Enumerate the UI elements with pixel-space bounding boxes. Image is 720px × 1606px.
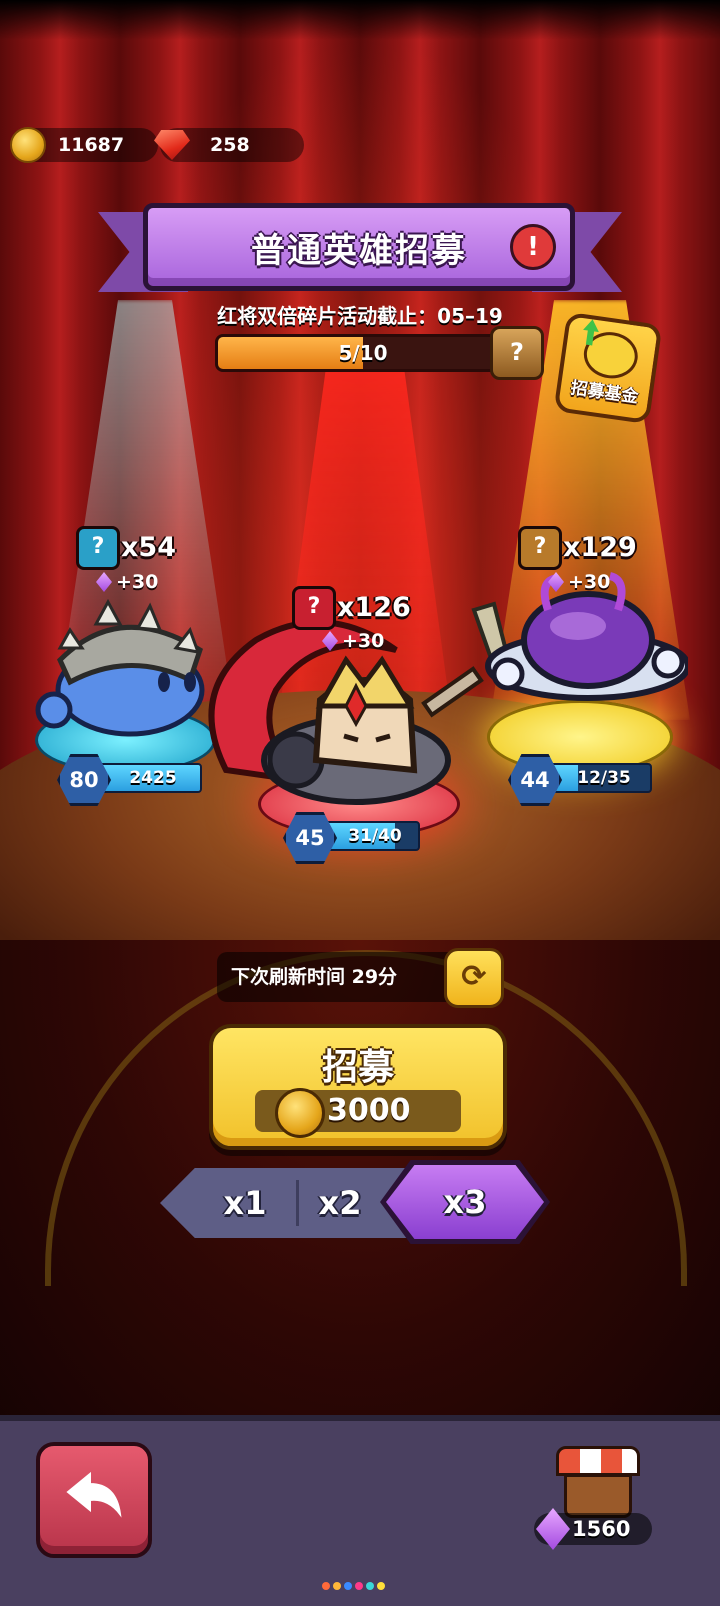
coin-counter[interactable]: 11687 (10, 127, 158, 163)
purple-diamond-icon (322, 631, 338, 651)
info-alert-icon[interactable]: ! (510, 224, 556, 270)
hero-bonus-value: +30 (568, 571, 611, 593)
multiplier-x3-label: x3 (443, 1183, 487, 1221)
hero-count: x129 (563, 532, 637, 563)
purple-diamond-icon (96, 572, 112, 592)
shop-gem-amount: 1560 (572, 1517, 631, 1541)
mystery-chest-icon[interactable]: ? (490, 326, 544, 380)
page-indicator (322, 1582, 385, 1590)
hero-bonus-value: +30 (116, 571, 159, 593)
shop-icon[interactable] (556, 1442, 640, 1520)
coin-icon (10, 127, 46, 163)
gem-amount: 258 (210, 134, 250, 156)
unknown-hero-badge-icon: ? (292, 586, 336, 630)
purple-diamond-icon (548, 572, 564, 592)
shop-stall (564, 1474, 632, 1518)
refresh-timer: 下次刷新时间 29分 (217, 952, 457, 1002)
coin-icon (275, 1088, 325, 1138)
hero-bonus: +30 (96, 571, 158, 593)
multiplier-x2-button[interactable]: x2 (300, 1168, 380, 1238)
refresh-icon[interactable]: ⟳ (444, 948, 504, 1008)
hero-bonus: +30 (548, 571, 610, 593)
unknown-hero-badge-icon: ? (518, 526, 562, 570)
recruit-title-banner: 普通英雄招募 ! (143, 203, 575, 291)
event-progress-bar: 5/10 (215, 334, 511, 372)
page-title: 普通英雄招募 (251, 230, 467, 271)
back-button[interactable] (36, 1442, 152, 1558)
back-arrow-icon (66, 1471, 122, 1518)
spiky-slime-hero-icon (35, 598, 205, 737)
unknown-hero-badge-icon: ? (76, 526, 120, 570)
hero-count: x54 (121, 532, 176, 563)
hero-bonus-value: +30 (342, 630, 385, 652)
shop-awning (556, 1446, 640, 1476)
recruit-cost-value: 3000 (327, 1093, 411, 1128)
coin-amount: 11687 (58, 134, 125, 156)
hero-bonus: +30 (322, 630, 384, 652)
recruit-button[interactable]: 招募 3000 (209, 1024, 507, 1150)
gem-counter[interactable]: 258 (154, 128, 304, 162)
multiplier-x1-button[interactable]: x1 (200, 1168, 290, 1238)
recruit-cost: 3000 (255, 1088, 461, 1138)
hero-count: x126 (337, 592, 411, 623)
recruit-fund-button[interactable]: 招募基金 (553, 311, 663, 425)
recruit-label: 招募 (321, 1047, 394, 1088)
event-progress-text: 5/10 (338, 341, 388, 365)
